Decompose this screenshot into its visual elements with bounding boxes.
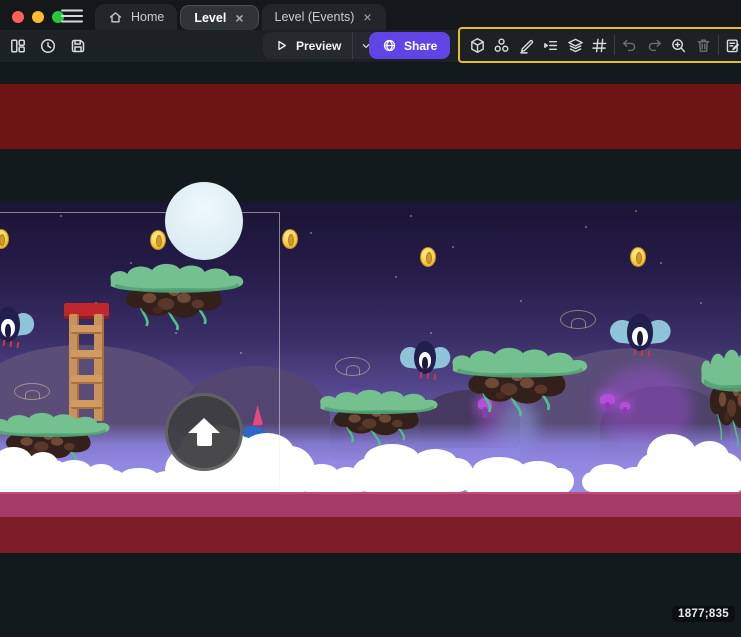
cloud [706, 468, 741, 494]
bat-body [627, 314, 654, 351]
object-groups-icon[interactable] [492, 35, 512, 55]
up-arrow-icon [197, 432, 212, 446]
tab-label: Level (Events) [275, 10, 355, 24]
close-window-button[interactable] [12, 11, 24, 23]
star [635, 210, 637, 212]
toolbar-divider [614, 35, 615, 55]
play-icon [274, 38, 289, 53]
preview-button[interactable]: Preview [263, 32, 352, 59]
moon [165, 182, 243, 260]
layers-icon[interactable] [565, 35, 585, 55]
coin[interactable] [420, 247, 436, 267]
redo-icon[interactable] [644, 35, 664, 55]
history-icon[interactable] [38, 36, 58, 56]
bat-enemy[interactable] [402, 341, 448, 377]
star [410, 215, 412, 217]
share-button[interactable]: Share [369, 32, 450, 59]
eye-outline-decoration [335, 357, 370, 376]
red-hazard-band-top[interactable] [0, 84, 741, 149]
grid-icon[interactable] [590, 35, 610, 55]
tab-bar: Home Level × Level (Events) × [95, 2, 386, 30]
bat-enemy[interactable] [612, 314, 668, 354]
toolbar-divider [718, 35, 719, 55]
star [660, 262, 662, 264]
star [452, 246, 454, 248]
scene-canvas[interactable]: 1877;835 [0, 0, 741, 637]
floating-platform[interactable] [318, 390, 440, 442]
tab-home[interactable]: Home [95, 4, 177, 30]
floating-platform[interactable] [450, 348, 590, 412]
toolbar-left-group [8, 33, 88, 59]
eye-outline-decoration [560, 310, 596, 329]
preview-button-group: Preview [263, 32, 379, 59]
app-window: 1877;835 [0, 0, 741, 637]
3d-box-icon[interactable] [467, 35, 487, 55]
minimize-window-button[interactable] [32, 11, 44, 23]
up-arrow-icon [188, 418, 220, 433]
star [395, 276, 397, 278]
bat-eye [419, 352, 432, 369]
bat-eye [632, 327, 648, 346]
project-manager-icon[interactable] [8, 36, 28, 56]
glow-mushroom [600, 394, 615, 412]
menu-icon[interactable] [61, 8, 83, 24]
zoom-in-icon[interactable] [669, 35, 689, 55]
edit-scene-properties-icon[interactable] [723, 35, 741, 55]
trash-icon[interactable] [693, 35, 713, 55]
jump-control-button[interactable] [165, 393, 243, 471]
share-label: Share [404, 39, 437, 53]
cursor-coordinates-badge: 1877;835 [672, 606, 735, 622]
coin[interactable] [282, 229, 298, 249]
bat-body [414, 341, 436, 374]
home-icon [108, 10, 123, 25]
star [430, 332, 432, 334]
star [310, 232, 312, 234]
globe-icon [382, 38, 397, 53]
ground-band[interactable] [0, 492, 741, 519]
instances-list-icon[interactable] [541, 35, 561, 55]
undo-icon[interactable] [620, 35, 640, 55]
tab-label: Home [131, 10, 164, 24]
preview-label: Preview [296, 39, 341, 53]
star [520, 300, 522, 302]
glow-mushroom [620, 402, 630, 414]
tab-label: Level [194, 11, 226, 25]
toolbar: Preview Share [0, 30, 741, 62]
edit-objects-icon[interactable] [516, 35, 536, 55]
coin[interactable] [630, 247, 646, 267]
highlighted-toolbar-group [458, 27, 741, 63]
traffic-lights [12, 11, 64, 23]
star [700, 302, 702, 304]
cloud [462, 468, 574, 494]
tab-level-events[interactable]: Level (Events) × [262, 4, 386, 30]
red-hazard-band-bottom[interactable] [0, 517, 741, 553]
cloud [352, 458, 474, 492]
save-icon[interactable] [68, 36, 88, 56]
close-tab-icon[interactable]: × [362, 10, 372, 24]
star [585, 226, 587, 228]
floating-platform[interactable] [700, 350, 741, 440]
close-tab-icon[interactable]: × [234, 11, 244, 25]
titlebar: Home Level × Level (Events) × [0, 0, 741, 30]
tab-level[interactable]: Level × [180, 5, 258, 30]
